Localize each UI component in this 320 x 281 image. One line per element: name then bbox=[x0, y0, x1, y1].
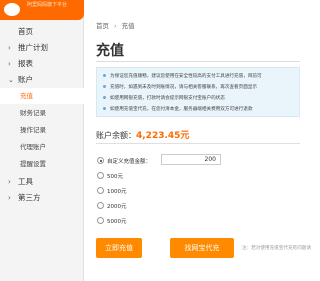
sidebar-item-campaigns[interactable]: › 推广计划 bbox=[0, 40, 84, 56]
chevron-right-icon: › bbox=[8, 194, 11, 202]
sidebar-item-label: 工具 bbox=[18, 177, 33, 186]
chevron-down-icon: ⌄ bbox=[8, 76, 14, 84]
breadcrumb-home[interactable]: 首页 bbox=[96, 22, 109, 30]
radio-button[interactable] bbox=[97, 157, 104, 164]
sidebar-item-account[interactable]: ⌄ 账户 bbox=[0, 72, 84, 88]
hint-text: 注：若对使用充值宝代充有问题请 bbox=[242, 246, 311, 251]
sidebar-subitem-label: 财务记录 bbox=[20, 109, 46, 117]
notice-line: 如使用网银充值，打款时请会提示网银支付宝账户的状态 bbox=[103, 95, 225, 101]
bullet-icon bbox=[103, 107, 106, 110]
balance-label: 账户余额： bbox=[96, 131, 136, 140]
option-label: 1000元 bbox=[107, 189, 127, 195]
sidebar-subitem-recharge[interactable]: 充值 bbox=[0, 88, 84, 104]
sidebar-item-label: 第三方 bbox=[18, 193, 41, 202]
sidebar-item-reports[interactable]: › 报表 bbox=[0, 56, 84, 72]
bullet-icon bbox=[103, 85, 106, 88]
chevron-right-icon: › bbox=[8, 178, 11, 186]
logo[interactable]: 阿里妈妈旗下平台 bbox=[0, 0, 84, 20]
notice-line: 为保证您充值顺畅，建议您使用在安全性较高的支付工具进行充值，目前可 bbox=[103, 73, 262, 79]
notice-box: 为保证您充值顺畅，建议您使用在安全性较高的支付工具进行充值，目前可 充值时，如遇… bbox=[96, 67, 300, 117]
bullet-icon bbox=[103, 96, 106, 99]
notice-line: 如使用充值宝代充，在您付清本金，服务器端相关费用双方可进行退款 bbox=[103, 106, 252, 112]
radio-button[interactable] bbox=[97, 217, 104, 224]
sidebar-item-label: 账户 bbox=[18, 75, 33, 84]
sidebar-subitem-label: 提醒设置 bbox=[20, 160, 46, 168]
sidebar-item-label: 首页 bbox=[18, 27, 33, 36]
sidebar-item-tools[interactable]: › 工具 bbox=[0, 174, 84, 190]
chevron-right-icon: › bbox=[8, 60, 11, 68]
balance-divider bbox=[96, 143, 300, 144]
sidebar: 阿里妈妈旗下平台 首页 › 推广计划 › 报表 ⌄ 账户 充值 财务记录 操作记… bbox=[0, 0, 84, 281]
notice-line: 充值时，如遇到未及时到账情况，请与相关客服联系，再次查看页面显示 bbox=[103, 84, 257, 90]
breadcrumb-current: 充值 bbox=[121, 22, 135, 30]
option-label: 500元 bbox=[107, 174, 123, 180]
account-balance: 账户余额：4,223.45元 bbox=[96, 128, 189, 141]
sidebar-item-third-party[interactable]: › 第三方 bbox=[0, 190, 84, 206]
option-label: 自定义充值金额： bbox=[107, 159, 152, 165]
bullet-icon bbox=[103, 74, 106, 77]
sidebar-item-label: 推广计划 bbox=[18, 43, 48, 52]
logo-mark-icon bbox=[4, 3, 20, 16]
sidebar-item-label: 报表 bbox=[18, 59, 33, 68]
sidebar-subitem-reminder-settings[interactable]: 提醒设置 bbox=[0, 156, 84, 172]
sidebar-item-home[interactable]: 首页 bbox=[0, 24, 84, 40]
recharge-now-button[interactable]: 立即充值 bbox=[96, 238, 142, 258]
radio-button[interactable] bbox=[97, 187, 104, 194]
sidebar-subitem-operation-records[interactable]: 操作记录 bbox=[0, 122, 84, 138]
sidebar-subitem-finance-records[interactable]: 财务记录 bbox=[0, 105, 84, 121]
title-divider bbox=[96, 61, 300, 62]
agent-recharge-button[interactable]: 找网宝代充 bbox=[170, 238, 234, 258]
chevron-right-icon: › bbox=[8, 44, 11, 52]
radio-button[interactable] bbox=[97, 202, 104, 209]
balance-amount: 4,223.45元 bbox=[136, 131, 190, 141]
custom-amount-input[interactable]: 200 bbox=[161, 154, 221, 165]
sidebar-subitem-label: 操作记录 bbox=[20, 126, 46, 134]
main-content: 首页 › 充值 充值 为保证您充值顺畅，建议您使用在安全性较高的支付工具进行充值，目… bbox=[86, 0, 311, 281]
logo-tagline: 阿里妈妈旗下平台 bbox=[27, 2, 68, 8]
breadcrumb: 首页 › 充值 bbox=[96, 20, 135, 30]
radio-button[interactable] bbox=[97, 172, 104, 179]
breadcrumb-separator: › bbox=[114, 22, 117, 30]
sidebar-subitem-label: 代理账户 bbox=[20, 143, 46, 151]
option-label: 2000元 bbox=[107, 204, 127, 210]
sidebar-subitem-agent-account[interactable]: 代理账户 bbox=[0, 139, 84, 155]
page-title: 充值 bbox=[96, 43, 124, 59]
sidebar-subitem-label: 充值 bbox=[20, 92, 33, 100]
option-label: 5000元 bbox=[107, 219, 127, 225]
